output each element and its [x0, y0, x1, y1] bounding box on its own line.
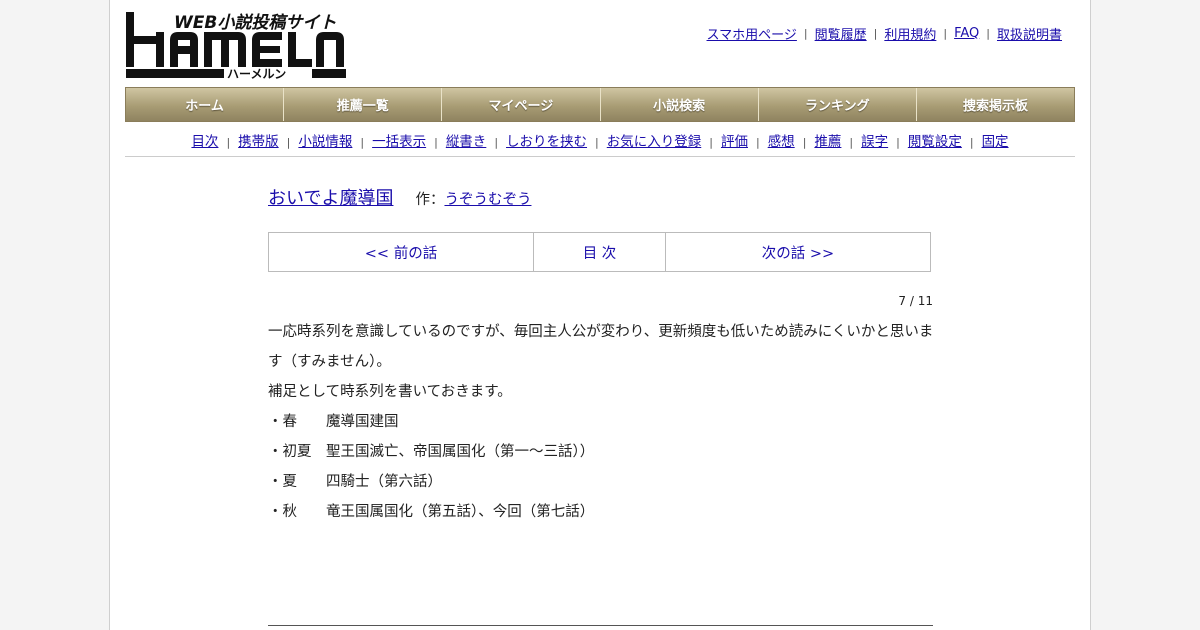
divider: |: [286, 136, 291, 149]
divider: |: [969, 136, 974, 149]
divider: |: [494, 136, 499, 149]
smartphone-page-link[interactable]: スマホ用ページ: [707, 24, 797, 43]
chapter-counter: 7 / 11: [898, 294, 933, 308]
divider: |: [873, 27, 878, 40]
history-link[interactable]: 閲覧履歴: [815, 24, 867, 43]
subnav-pin[interactable]: 固定: [982, 134, 1009, 150]
nav-novel-search[interactable]: 小説検索: [600, 88, 759, 121]
body-end-divider: [268, 625, 933, 626]
subnav-toc[interactable]: 目次: [191, 134, 218, 150]
body-paragraph: ・春 魔導国建国: [268, 414, 399, 430]
subnav-show-all[interactable]: 一括表示: [372, 134, 426, 150]
page-container: WEB小説投稿サイト ハーメルン スマホ用ページ | 閲覧履歴 | 利用規約 |…: [109, 0, 1091, 630]
subnav-recommend[interactable]: 推薦: [814, 134, 841, 150]
subnav-vertical[interactable]: 縦書き: [446, 134, 487, 150]
body-paragraph: ・秋 竜王国属国化（第五話）、今回（第七話）: [268, 504, 595, 520]
body-paragraph: ・夏 四騎士（第六話）: [268, 474, 442, 490]
faq-link[interactable]: FAQ: [954, 26, 979, 41]
subnav-divider: [125, 156, 1075, 157]
hameln-logo[interactable]: WEB小説投稿サイト ハーメルン: [126, 10, 346, 80]
nav-home[interactable]: ホーム: [126, 88, 285, 121]
next-chapter-link[interactable]: 次の話 >>: [666, 233, 930, 271]
body-paragraph: 一応時系列を意識しているのですが、毎回主人公が変わり、更新頻度も低いため読みにく…: [268, 324, 934, 370]
main-nav: ホーム 推薦一覧 マイページ 小説検索 ランキング 捜索掲示板: [125, 87, 1075, 122]
divider: |: [755, 136, 760, 149]
nav-recommendations[interactable]: 推薦一覧: [284, 88, 443, 121]
divider: |: [434, 136, 438, 149]
divider: |: [803, 27, 808, 40]
nav-mypage[interactable]: マイページ: [442, 88, 601, 121]
nav-search-board[interactable]: 捜索掲示板: [916, 88, 1075, 121]
chapter-nav: << 前の話 目 次 次の話 >>: [268, 232, 931, 272]
novel-header: おいでよ魔導国 作： うぞうむぞう: [268, 184, 531, 210]
divider: |: [896, 136, 900, 149]
subnav-comments[interactable]: 感想: [768, 134, 795, 150]
divider: |: [849, 136, 854, 149]
logo-tagline: WEB小説投稿サイト: [174, 13, 336, 33]
chapter-body: 一応時系列を意識しているのですが、毎回主人公が変わり、更新頻度も低いため読みにく…: [268, 317, 938, 527]
terms-link[interactable]: 利用規約: [884, 24, 936, 43]
nav-ranking[interactable]: ランキング: [758, 88, 917, 121]
divider: |: [226, 136, 231, 149]
novel-title-link[interactable]: おいでよ魔導国: [268, 184, 393, 210]
manual-link[interactable]: 取扱説明書: [997, 24, 1062, 43]
subnav-bookmark[interactable]: しおりを挟む: [506, 134, 587, 150]
divider: |: [986, 27, 990, 40]
subnav-novel-info[interactable]: 小説情報: [298, 134, 352, 150]
toc-link[interactable]: 目 次: [534, 233, 666, 271]
subnav-typo[interactable]: 誤字: [861, 134, 888, 150]
novel-subnav: 目次 | 携帯版 | 小説情報 | 一括表示 | 縦書き | しおりを挟む | お気に入り登録 | 評価 | 感…: [125, 130, 1075, 150]
divider: |: [802, 136, 807, 149]
prev-chapter-link[interactable]: << 前の話: [269, 233, 534, 271]
divider: |: [943, 27, 948, 40]
divider: |: [360, 136, 365, 149]
author-label: 作：: [415, 192, 445, 208]
subnav-mobile[interactable]: 携帯版: [238, 134, 279, 150]
author-link[interactable]: うぞうむぞう: [444, 188, 531, 209]
logo-kana: ハーメルン: [227, 67, 286, 80]
divider: |: [595, 136, 599, 149]
top-links: スマホ用ページ | 閲覧履歴 | 利用規約 | FAQ | 取扱説明書: [707, 24, 1062, 43]
body-paragraph: 補足として時系列を書いておきます。: [268, 384, 512, 400]
subnav-rating[interactable]: 評価: [721, 134, 748, 150]
subnav-favorite[interactable]: お気に入り登録: [607, 134, 702, 150]
body-paragraph: ・初夏 聖王国滅亡、帝国属国化（第一～三話））: [268, 444, 595, 460]
divider: |: [709, 136, 713, 149]
subnav-view-settings[interactable]: 閲覧設定: [908, 134, 962, 150]
